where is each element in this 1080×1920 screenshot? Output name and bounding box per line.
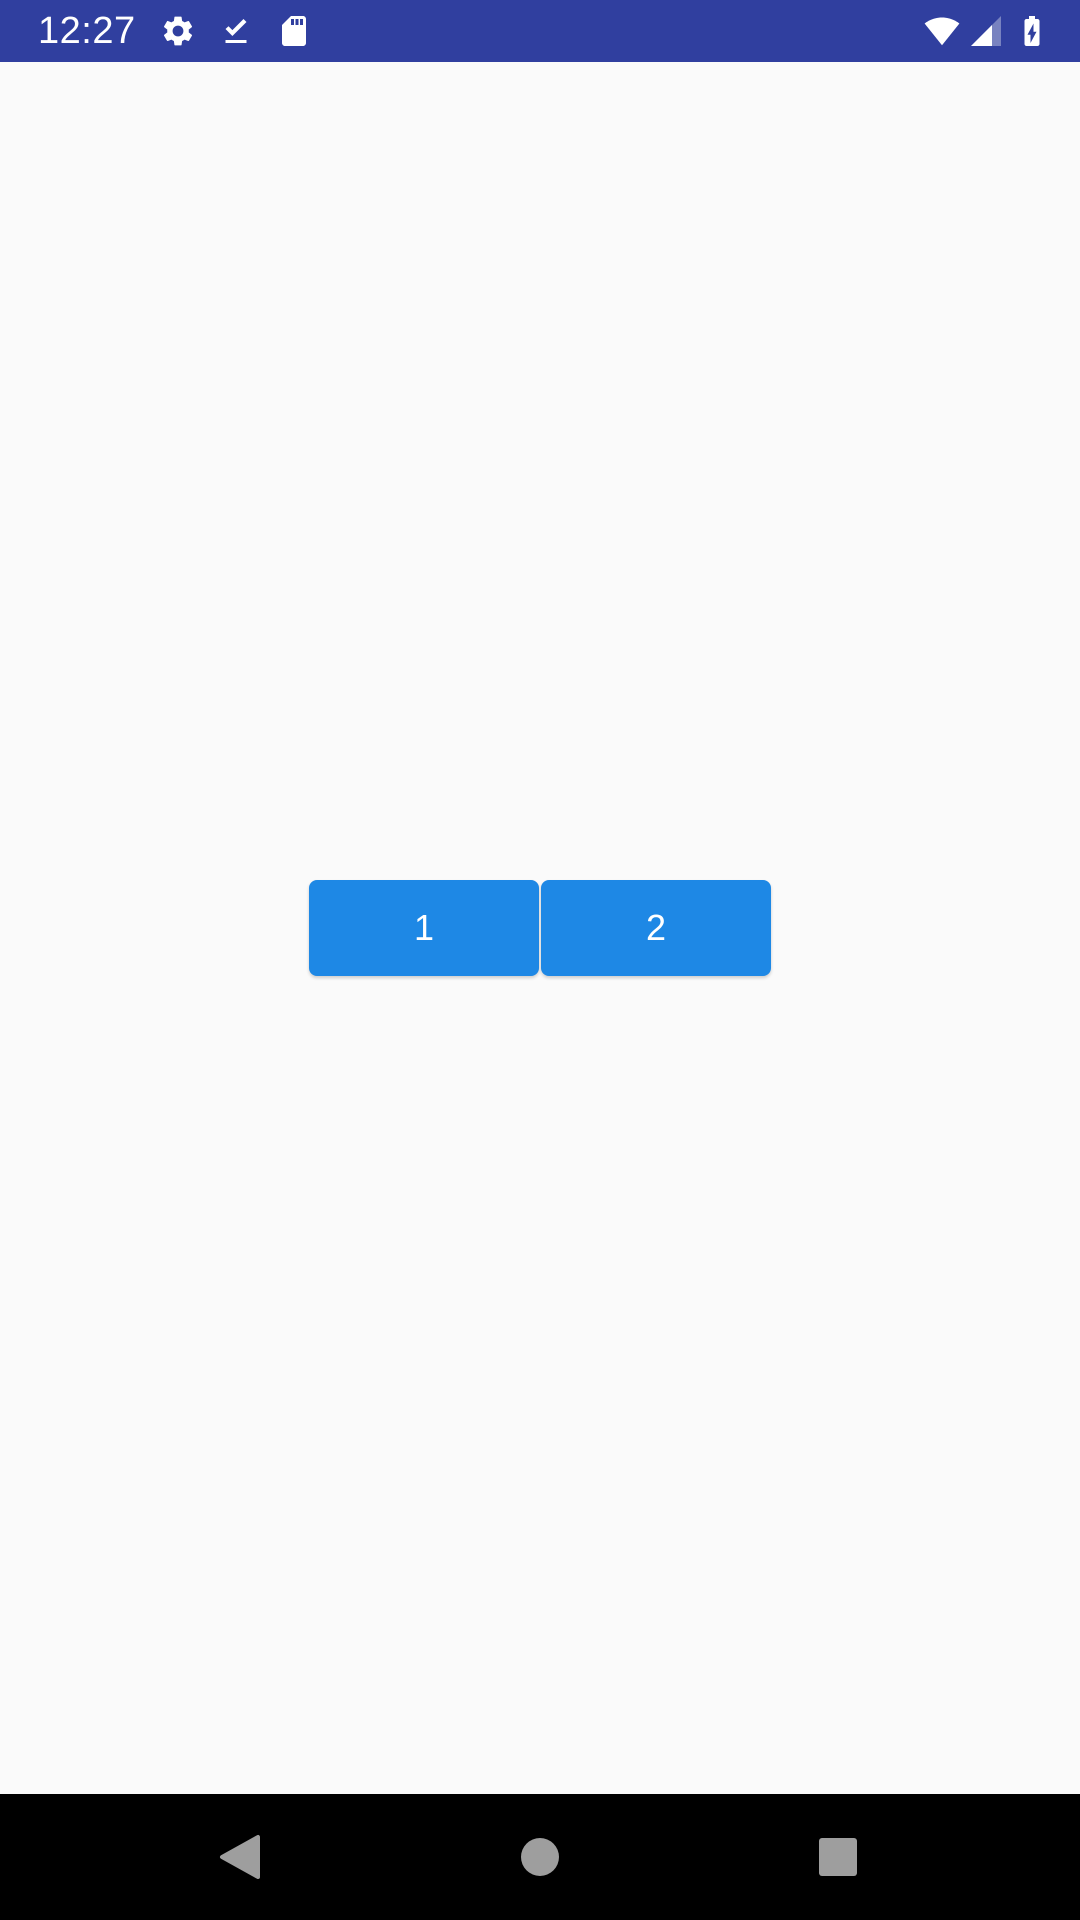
battery-charging-icon — [1014, 13, 1050, 49]
button-group: 1 2 — [309, 880, 771, 976]
recents-button[interactable] — [808, 1827, 868, 1887]
download-done-icon — [218, 13, 254, 49]
home-icon — [521, 1838, 559, 1876]
sd-card-icon — [276, 13, 312, 49]
gear-icon — [160, 13, 196, 49]
back-icon — [220, 1835, 260, 1879]
status-bar: 12:27 — [0, 0, 1080, 62]
button-1[interactable]: 1 — [309, 880, 539, 976]
main-content: 1 2 — [0, 62, 1080, 1794]
navigation-bar — [0, 1794, 1080, 1920]
recents-icon — [819, 1838, 857, 1876]
button-2[interactable]: 2 — [541, 880, 771, 976]
wifi-icon — [924, 13, 960, 49]
screen: 12:27 1 2 — [0, 0, 1080, 1920]
button-2-label: 2 — [645, 907, 667, 948]
button-1-label: 1 — [413, 907, 435, 948]
home-button[interactable] — [510, 1827, 570, 1887]
status-time: 12:27 — [38, 10, 136, 52]
back-button[interactable] — [210, 1827, 270, 1887]
cell-signal-icon — [968, 13, 1004, 49]
